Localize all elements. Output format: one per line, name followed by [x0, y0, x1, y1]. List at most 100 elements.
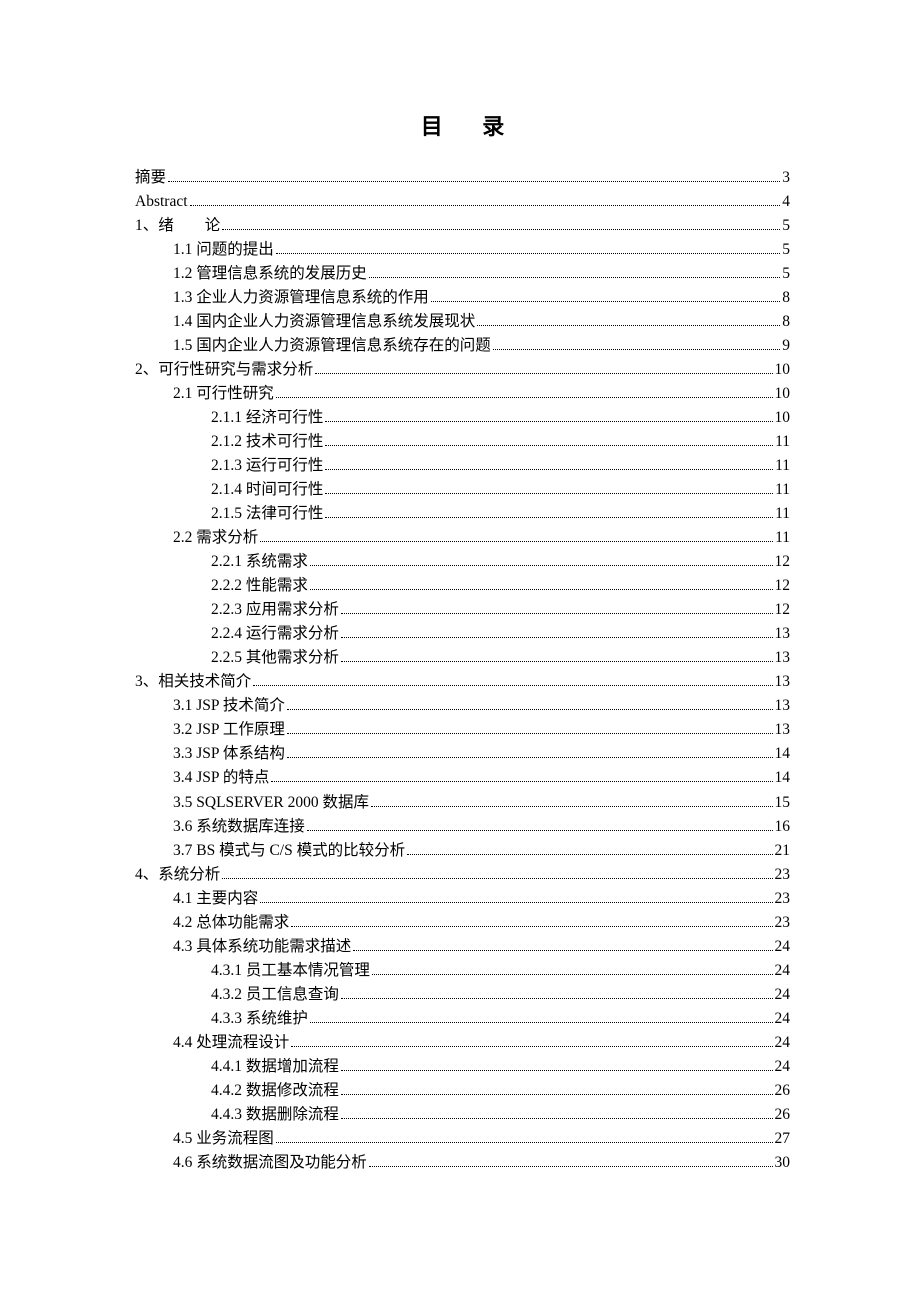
toc-entry-label: Abstract — [135, 190, 188, 214]
toc-entry-label: 2.2 需求分析 — [173, 526, 258, 550]
toc-entry-page: 26 — [775, 1079, 791, 1103]
toc-leader-dots — [222, 215, 780, 230]
toc-entry: 2.1 可行性研究10 — [135, 382, 790, 406]
toc-leader-dots — [222, 864, 772, 879]
toc-entry-label: 2.1.1 经济可行性 — [211, 406, 323, 430]
toc-entry-label: 4.2 总体功能需求 — [173, 911, 289, 935]
toc-entry-page: 5 — [782, 214, 790, 238]
toc-entry-label: 摘要 — [135, 166, 166, 190]
toc-entry-page: 24 — [775, 1031, 791, 1055]
toc-leader-dots — [325, 408, 772, 423]
toc-entry-label: 1.5 国内企业人力资源管理信息系统存在的问题 — [173, 334, 491, 358]
toc-entry-label: 3.7 BS 模式与 C/S 模式的比较分析 — [173, 839, 405, 863]
toc-entry-page: 11 — [775, 502, 790, 526]
toc-leader-dots — [287, 696, 773, 711]
toc-leader-dots — [353, 936, 772, 951]
toc-entry-page: 24 — [775, 1007, 791, 1031]
toc-entry-page: 16 — [775, 815, 791, 839]
toc-entry-page: 13 — [775, 670, 791, 694]
toc-entry: 2.2.3 应用需求分析 12 — [135, 598, 790, 622]
toc-entry-page: 8 — [782, 286, 790, 310]
toc-entry-page: 26 — [775, 1103, 791, 1127]
toc-leader-dots — [190, 191, 781, 206]
toc-entry-page: 23 — [775, 911, 791, 935]
toc-entry-page: 23 — [775, 887, 791, 911]
toc-entry: Abstract4 — [135, 190, 790, 214]
toc-entry-label: 2.2.5 其他需求分析 — [211, 646, 339, 670]
toc-entry: 2.2.1 系统需求12 — [135, 550, 790, 574]
toc-entry-page: 24 — [775, 1055, 791, 1079]
toc-entry: 4.6 系统数据流图及功能分析 30 — [135, 1151, 790, 1175]
toc-entry-page: 13 — [775, 718, 791, 742]
toc-leader-dots — [341, 600, 773, 615]
toc-entry: 2.1.1 经济可行性10 — [135, 406, 790, 430]
toc-entry-page: 30 — [775, 1151, 791, 1175]
toc-entry: 3、相关技术简介13 — [135, 670, 790, 694]
toc-leader-dots — [341, 1104, 773, 1119]
toc-entry-label: 4.6 系统数据流图及功能分析 — [173, 1151, 367, 1175]
toc-entry: 3.6 系统数据库连接 16 — [135, 815, 790, 839]
toc-entry-label: 3.1 JSP 技术简介 — [173, 694, 285, 718]
toc-leader-dots — [310, 1008, 773, 1023]
toc-list: 摘要3Abstract41、绪 论51.1 问题的提出51.2 管理信息系统的发… — [135, 166, 790, 1175]
toc-entry-page: 11 — [775, 430, 790, 454]
toc-entry-label: 4.5 业务流程图 — [173, 1127, 274, 1151]
toc-leader-dots — [325, 432, 773, 447]
toc-entry-label: 4.4.3 数据删除流程 — [211, 1103, 339, 1127]
toc-entry-page: 11 — [775, 526, 790, 550]
toc-leader-dots — [287, 720, 773, 735]
toc-entry: 1.2 管理信息系统的发展历史5 — [135, 262, 790, 286]
toc-entry-label: 3.3 JSP 体系结构 — [173, 742, 285, 766]
toc-entry-page: 8 — [782, 310, 790, 334]
toc-entry: 4.3.3 系统维护24 — [135, 1007, 790, 1031]
toc-entry: 4.3.2 员工信息查询24 — [135, 983, 790, 1007]
toc-entry-page: 23 — [775, 863, 791, 887]
toc-entry-label: 2.2.3 应用需求分析 — [211, 598, 339, 622]
toc-leader-dots — [260, 528, 773, 543]
toc-entry-label: 4、系统分析 — [135, 863, 220, 887]
toc-entry-page: 14 — [775, 742, 791, 766]
toc-entry-page: 11 — [775, 478, 790, 502]
toc-leader-dots — [325, 504, 773, 519]
toc-entry: 2、可行性研究与需求分析10 — [135, 358, 790, 382]
toc-leader-dots — [276, 1128, 773, 1143]
toc-entry: 4.2 总体功能需求 23 — [135, 911, 790, 935]
toc-leader-dots — [310, 576, 773, 591]
toc-leader-dots — [291, 1032, 772, 1047]
toc-entry: 3.5 SQLSERVER 2000 数据库15 — [135, 791, 790, 815]
toc-entry: 1.5 国内企业人力资源管理信息系统存在的问题 9 — [135, 334, 790, 358]
toc-entry-label: 1.4 国内企业人力资源管理信息系统发展现状 — [173, 310, 475, 334]
toc-leader-dots — [276, 239, 780, 254]
toc-entry: 3.3 JSP 体系结构 14 — [135, 742, 790, 766]
toc-entry-page: 9 — [782, 334, 790, 358]
toc-entry-label: 1.3 企业人力资源管理信息系统的作用 — [173, 286, 429, 310]
toc-entry: 4、系统分析 23 — [135, 863, 790, 887]
toc-entry-label: 4.3.2 员工信息查询 — [211, 983, 339, 1007]
toc-entry: 2.2 需求分析 11 — [135, 526, 790, 550]
toc-entry-label: 2.1.3 运行可行性 — [211, 454, 323, 478]
toc-entry-label: 3.2 JSP 工作原理 — [173, 718, 285, 742]
toc-entry-label: 3.6 系统数据库连接 — [173, 815, 305, 839]
toc-leader-dots — [271, 768, 772, 783]
toc-leader-dots — [431, 287, 780, 302]
toc-leader-dots — [341, 624, 773, 639]
toc-entry: 3.2 JSP 工作原理 13 — [135, 718, 790, 742]
toc-entry: 2.2.4 运行需求分析13 — [135, 622, 790, 646]
toc-entry-label: 4.4.1 数据增加流程 — [211, 1055, 339, 1079]
toc-leader-dots — [291, 912, 772, 927]
toc-leader-dots — [315, 360, 772, 375]
toc-entry: 2.2.5 其他需求分析13 — [135, 646, 790, 670]
toc-entry: 1、绪 论5 — [135, 214, 790, 238]
toc-entry-label: 4.3.1 员工基本情况管理 — [211, 959, 370, 983]
toc-entry: 1.3 企业人力资源管理信息系统的作用 8 — [135, 286, 790, 310]
toc-entry: 4.3 具体系统功能需求描述24 — [135, 935, 790, 959]
toc-leader-dots — [371, 792, 773, 807]
toc-leader-dots — [310, 552, 773, 567]
toc-entry: 4.1 主要内容 23 — [135, 887, 790, 911]
toc-entry-page: 24 — [775, 935, 791, 959]
toc-entry-page: 12 — [775, 598, 791, 622]
toc-leader-dots — [253, 672, 772, 687]
toc-entry-label: 4.1 主要内容 — [173, 887, 258, 911]
toc-entry: 1.1 问题的提出5 — [135, 238, 790, 262]
toc-leader-dots — [341, 984, 773, 999]
